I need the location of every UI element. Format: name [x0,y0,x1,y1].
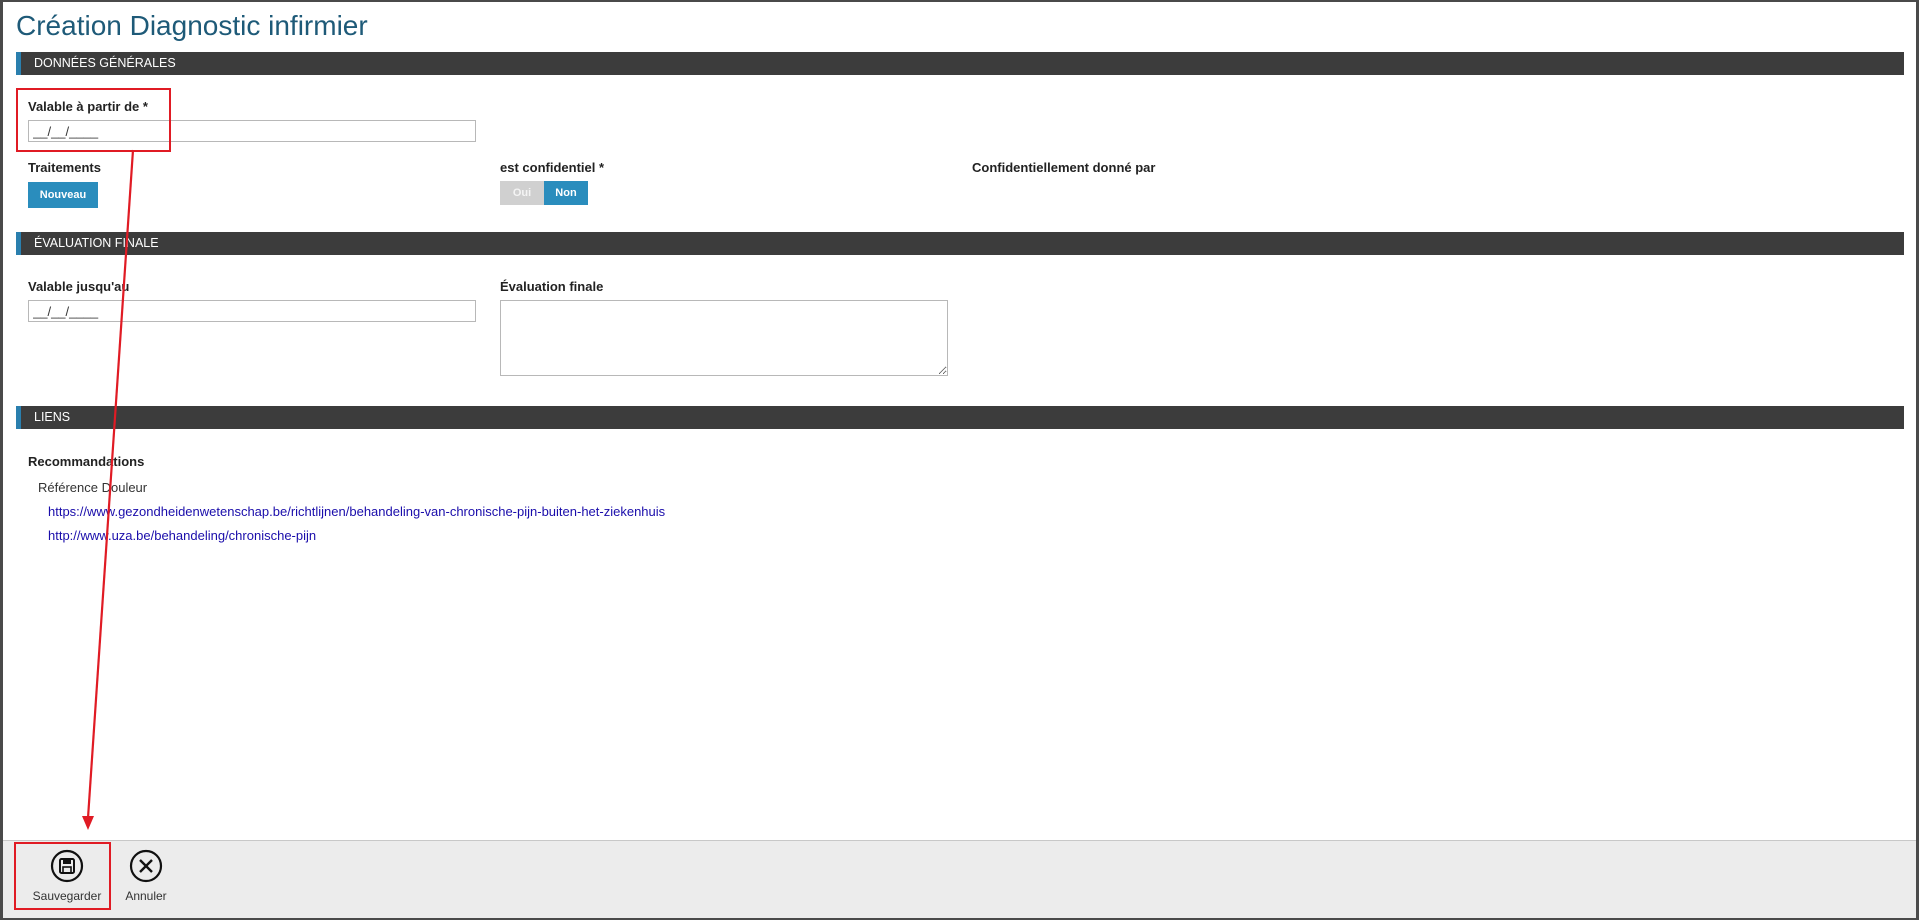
toggle-no-option[interactable]: Non [544,181,588,205]
treatments-label: Traitements [28,160,101,175]
reference-title: Référence Douleur [38,480,148,495]
close-circle-icon [129,849,163,883]
valid-until-label: Valable jusqu'au [28,279,130,294]
valid-from-input[interactable] [28,120,476,142]
section-header-general: DONNÉES GÉNÉRALES [16,52,1904,75]
section-header-final-evaluation: ÉVALUATION FINALE [16,232,1904,255]
valid-from-label: Valable à partir de * [28,99,148,114]
section-header-links: LIENS [16,406,1904,429]
save-button[interactable]: Sauvegarder [22,849,112,913]
footer-toolbar: Sauvegarder Annuler [3,840,1916,918]
cancel-label: Annuler [125,889,167,903]
final-evaluation-textarea[interactable] [500,300,948,376]
link-gezondheidenwetenschap[interactable]: https://www.gezondheidenwetenschap.be/ri… [48,504,665,519]
new-treatment-button[interactable]: Nouveau [28,182,98,208]
cancel-button[interactable]: Annuler [101,849,191,913]
floppy-disk-icon [50,849,84,883]
final-evaluation-label: Évaluation finale [500,279,604,294]
confidential-by-label: Confidentiellement donné par [972,160,1156,175]
toggle-yes-option[interactable]: Oui [500,181,544,205]
recommendations-label: Recommandations [28,454,145,469]
confidential-label: est confidentiel * [500,160,605,175]
save-label: Sauvegarder [32,889,102,903]
confidential-toggle[interactable]: Oui Non [500,181,588,205]
valid-until-input[interactable] [28,300,476,322]
link-uza[interactable]: http://www.uza.be/behandeling/chronische… [48,528,316,543]
page-title: Création Diagnostic infirmier [16,10,368,41]
